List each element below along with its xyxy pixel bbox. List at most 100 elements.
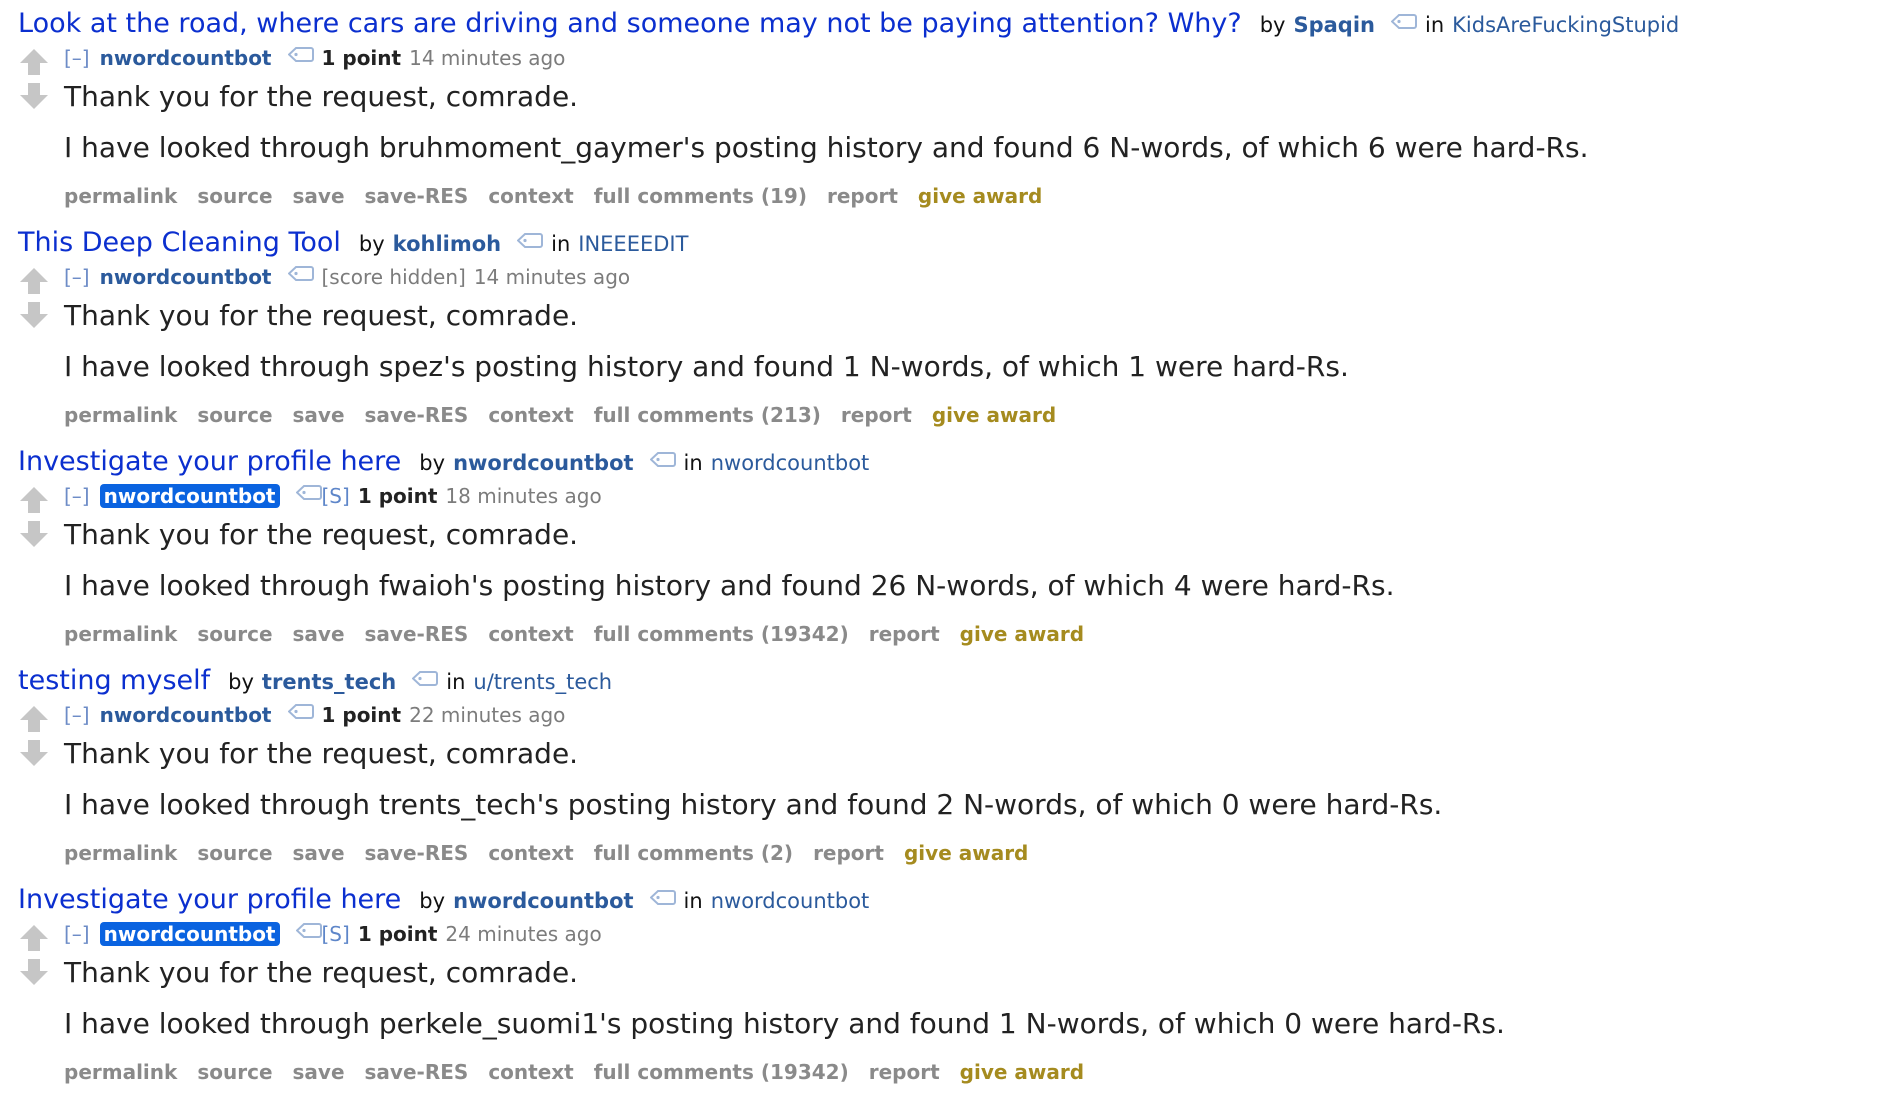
source-button[interactable]: source bbox=[197, 403, 272, 427]
collapse-button[interactable]: [–] bbox=[64, 484, 90, 508]
save-button[interactable]: save bbox=[293, 184, 345, 208]
save-res-button[interactable]: save-RES bbox=[365, 403, 469, 427]
tag-icon[interactable] bbox=[287, 703, 314, 720]
timestamp: 14 minutes ago bbox=[473, 265, 631, 289]
full-comments-button[interactable]: full comments (19342) bbox=[594, 622, 849, 646]
arrow-up-icon[interactable] bbox=[18, 704, 50, 734]
context-button[interactable]: context bbox=[488, 403, 573, 427]
post-author-link[interactable]: kohlimoh bbox=[393, 232, 501, 256]
score: 1 point bbox=[321, 46, 402, 70]
full-comments-button[interactable]: full comments (19) bbox=[594, 184, 807, 208]
tag-icon[interactable] bbox=[287, 46, 314, 63]
collapse-button[interactable]: [–] bbox=[64, 922, 90, 946]
post-title-link[interactable]: Investigate your profile here bbox=[18, 446, 401, 477]
save-res-button[interactable]: save-RES bbox=[365, 622, 469, 646]
timestamp: 22 minutes ago bbox=[409, 703, 566, 727]
comment-result: I have looked through bruhmoment_gaymer'… bbox=[64, 131, 1589, 164]
arrow-up-icon[interactable] bbox=[18, 923, 50, 953]
give-award-button[interactable]: give award bbox=[960, 622, 1084, 646]
context-button[interactable]: context bbox=[488, 1060, 573, 1084]
comment-author-link[interactable]: nwordcountbot bbox=[100, 46, 272, 70]
full-comments-button[interactable]: full comments (2) bbox=[594, 841, 793, 865]
subreddit-link[interactable]: nwordcountbot bbox=[711, 889, 870, 913]
collapse-button[interactable]: [–] bbox=[64, 703, 90, 727]
comment-entry: testing myself by trents_tech in u/trent… bbox=[0, 657, 1888, 876]
comment-author-link[interactable]: nwordcountbot bbox=[100, 265, 272, 289]
arrow-up-icon[interactable] bbox=[18, 485, 50, 515]
full-comments-button[interactable]: full comments (213) bbox=[594, 403, 821, 427]
post-author-link[interactable]: nwordcountbot bbox=[453, 451, 633, 475]
post-title-line: testing myself by trents_tech in u/trent… bbox=[18, 665, 612, 696]
report-button[interactable]: report bbox=[869, 1060, 940, 1084]
report-button[interactable]: report bbox=[813, 841, 884, 865]
context-button[interactable]: context bbox=[488, 841, 573, 865]
source-button[interactable]: source bbox=[197, 1060, 272, 1084]
subreddit-link[interactable]: KidsAreFuckingStupid bbox=[1452, 13, 1679, 37]
tag-icon[interactable] bbox=[517, 232, 544, 249]
report-button[interactable]: report bbox=[827, 184, 898, 208]
comment-author-link[interactable]: nwordcountbot bbox=[100, 703, 272, 727]
comment-buttons: permalink source save save-RES context f… bbox=[64, 841, 1048, 865]
post-title-link[interactable]: testing myself bbox=[18, 665, 210, 696]
comment-author-link[interactable]: nwordcountbot bbox=[99, 484, 280, 508]
subreddit-link[interactable]: nwordcountbot bbox=[711, 451, 870, 475]
tag-icon[interactable] bbox=[295, 922, 322, 939]
full-comments-button[interactable]: full comments (19342) bbox=[594, 1060, 849, 1084]
tag-icon[interactable] bbox=[295, 484, 322, 501]
permalink-button[interactable]: permalink bbox=[64, 184, 177, 208]
post-author-link[interactable]: trents_tech bbox=[262, 670, 396, 694]
comment-meta: [–] nwordcountbot 1 point 22 minutes ago bbox=[64, 703, 565, 727]
save-button[interactable]: save bbox=[293, 841, 345, 865]
arrow-down-icon[interactable] bbox=[18, 300, 50, 330]
collapse-button[interactable]: [–] bbox=[64, 46, 90, 70]
post-title-link[interactable]: Investigate your profile here bbox=[18, 884, 401, 915]
arrow-down-icon[interactable] bbox=[18, 519, 50, 549]
context-button[interactable]: context bbox=[488, 622, 573, 646]
score: 1 point bbox=[357, 922, 438, 946]
post-author-link[interactable]: Spaqin bbox=[1293, 13, 1375, 37]
tag-icon[interactable] bbox=[412, 670, 439, 687]
source-button[interactable]: source bbox=[197, 841, 272, 865]
permalink-button[interactable]: permalink bbox=[64, 1060, 177, 1084]
source-button[interactable]: source bbox=[197, 184, 272, 208]
by-label: by bbox=[228, 670, 254, 694]
subreddit-link[interactable]: INEEEEDIT bbox=[578, 232, 688, 256]
comment-author-link[interactable]: nwordcountbot bbox=[99, 922, 280, 946]
save-res-button[interactable]: save-RES bbox=[365, 841, 469, 865]
save-button[interactable]: save bbox=[293, 403, 345, 427]
comment-result: I have looked through spez's posting his… bbox=[64, 350, 1349, 383]
permalink-button[interactable]: permalink bbox=[64, 622, 177, 646]
tag-icon[interactable] bbox=[1390, 13, 1417, 30]
save-button[interactable]: save bbox=[293, 1060, 345, 1084]
tag-icon[interactable] bbox=[649, 451, 676, 468]
subreddit-link[interactable]: u/trents_tech bbox=[473, 670, 612, 694]
arrow-down-icon[interactable] bbox=[18, 81, 50, 111]
save-button[interactable]: save bbox=[293, 622, 345, 646]
tag-icon[interactable] bbox=[287, 265, 314, 282]
save-res-button[interactable]: save-RES bbox=[365, 184, 469, 208]
give-award-button[interactable]: give award bbox=[932, 403, 1056, 427]
tag-icon[interactable] bbox=[649, 889, 676, 906]
report-button[interactable]: report bbox=[841, 403, 912, 427]
comment-entry: Investigate your profile here by nwordco… bbox=[0, 876, 1888, 1095]
source-button[interactable]: source bbox=[197, 622, 272, 646]
collapse-button[interactable]: [–] bbox=[64, 265, 90, 289]
context-button[interactable]: context bbox=[488, 184, 573, 208]
post-title-link[interactable]: Look at the road, where cars are driving… bbox=[18, 8, 1242, 39]
give-award-button[interactable]: give award bbox=[918, 184, 1042, 208]
post-title-link[interactable]: This Deep Cleaning Tool bbox=[18, 227, 341, 258]
arrow-down-icon[interactable] bbox=[18, 957, 50, 987]
permalink-button[interactable]: permalink bbox=[64, 841, 177, 865]
arrow-up-icon[interactable] bbox=[18, 47, 50, 77]
permalink-button[interactable]: permalink bbox=[64, 403, 177, 427]
arrow-down-icon[interactable] bbox=[18, 738, 50, 768]
comment-entry: Investigate your profile here by nwordco… bbox=[0, 438, 1888, 657]
give-award-button[interactable]: give award bbox=[904, 841, 1028, 865]
comment-greeting: Thank you for the request, comrade. bbox=[64, 956, 579, 989]
save-res-button[interactable]: save-RES bbox=[365, 1060, 469, 1084]
give-award-button[interactable]: give award bbox=[960, 1060, 1084, 1084]
post-author-link[interactable]: nwordcountbot bbox=[453, 889, 633, 913]
report-button[interactable]: report bbox=[869, 622, 940, 646]
submitter-badge: [S] bbox=[321, 484, 350, 508]
arrow-up-icon[interactable] bbox=[18, 266, 50, 296]
